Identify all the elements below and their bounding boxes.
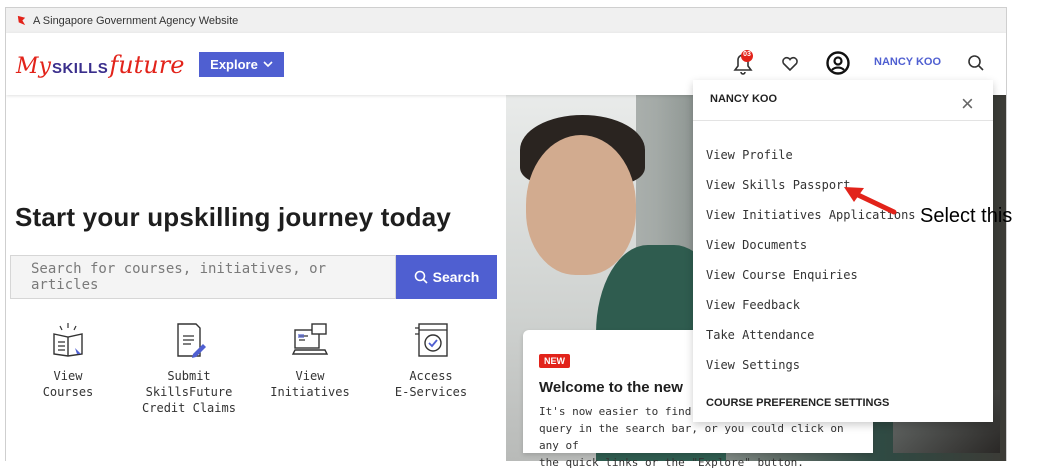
quick-link-submit-credit-claims[interactable]: Submit SkillsFuture Credit Claims xyxy=(134,320,244,416)
new-badge: NEW xyxy=(539,354,570,368)
user-menu-dropdown: NANCY KOO × View Profile View Skills Pas… xyxy=(693,80,993,422)
user-avatar-icon[interactable] xyxy=(826,51,850,75)
myskillsfuture-logo[interactable]: My SKILLS future xyxy=(16,51,184,79)
notification-count: 03 xyxy=(743,51,751,58)
quick-link-label: SkillsFuture xyxy=(145,385,233,399)
gov-banner: A Singapore Government Agency Website xyxy=(6,8,1006,33)
quick-link-label: Submit xyxy=(167,369,211,383)
quick-link-label: View xyxy=(295,369,325,383)
search-input[interactable]: Search for courses, initiatives, or arti… xyxy=(10,255,396,299)
quick-link-label: Credit Claims xyxy=(142,401,236,415)
computer-icon xyxy=(291,323,329,355)
menu-item-view-profile[interactable]: View Profile xyxy=(706,148,793,162)
promo-title: Welcome to the new xyxy=(539,379,683,396)
search-icon xyxy=(414,270,428,284)
promo-text-line: the quick links or the "Explore" button. xyxy=(539,456,804,469)
hero-title: Start your upskilling journey today xyxy=(15,202,452,232)
header-username[interactable]: NANCY KOO xyxy=(874,56,941,68)
logo-future: future xyxy=(109,51,185,79)
close-icon[interactable]: × xyxy=(961,93,974,115)
quick-link-label: View xyxy=(53,369,83,383)
quick-link-label: Initiatives xyxy=(270,385,350,399)
hero-panel: Start your upskilling journey today Sear… xyxy=(6,95,506,461)
logo-skills: SKILLS xyxy=(51,60,109,77)
appliance-icon xyxy=(415,323,448,357)
user-menu-name: NANCY KOO xyxy=(710,93,778,105)
search-button-label: Search xyxy=(432,269,480,285)
quick-link-view-courses[interactable]: View Courses xyxy=(13,320,123,400)
gov-banner-text: A Singapore Government Agency Website xyxy=(33,14,239,27)
quick-link-label: Courses xyxy=(42,385,94,399)
menu-item-view-skills-passport[interactable]: View Skills Passport xyxy=(706,178,851,192)
user-menu-header: NANCY KOO × xyxy=(693,80,993,121)
photo-person-face xyxy=(526,135,636,275)
chevron-down-icon xyxy=(263,61,273,68)
search-button[interactable]: Search xyxy=(396,255,497,299)
document-pen-icon xyxy=(177,323,206,358)
quick-link-label: Access xyxy=(409,369,453,383)
lion-head-icon xyxy=(17,15,26,26)
menu-item-view-settings[interactable]: View Settings xyxy=(706,358,800,372)
book-icon xyxy=(53,323,83,357)
notification-bell-button[interactable]: 03 xyxy=(732,49,754,75)
menu-item-view-documents[interactable]: View Documents xyxy=(706,238,807,252)
heart-icon[interactable] xyxy=(781,55,799,73)
quick-link-view-initiatives[interactable]: View Initiatives xyxy=(255,320,365,400)
quick-link-access-eservices[interactable]: Access E-Services xyxy=(376,320,486,400)
promo-text-line: query in the search bar, or you could cl… xyxy=(539,422,844,452)
search-icon[interactable] xyxy=(966,53,986,73)
logo-my: My xyxy=(16,54,51,79)
course-preference-settings-heading[interactable]: COURSE PREFERENCE SETTINGS xyxy=(706,397,889,409)
annotation-text: Select this xyxy=(920,205,1013,227)
menu-item-view-feedback[interactable]: View Feedback xyxy=(706,298,800,312)
quick-link-label: E-Services xyxy=(394,385,468,399)
annotation-arrow-icon xyxy=(844,187,897,215)
menu-item-view-course-enquiries[interactable]: View Course Enquiries xyxy=(706,268,858,282)
menu-item-take-attendance[interactable]: Take Attendance xyxy=(706,328,814,342)
explore-button[interactable]: Explore xyxy=(199,52,284,77)
explore-label: Explore xyxy=(210,57,258,72)
